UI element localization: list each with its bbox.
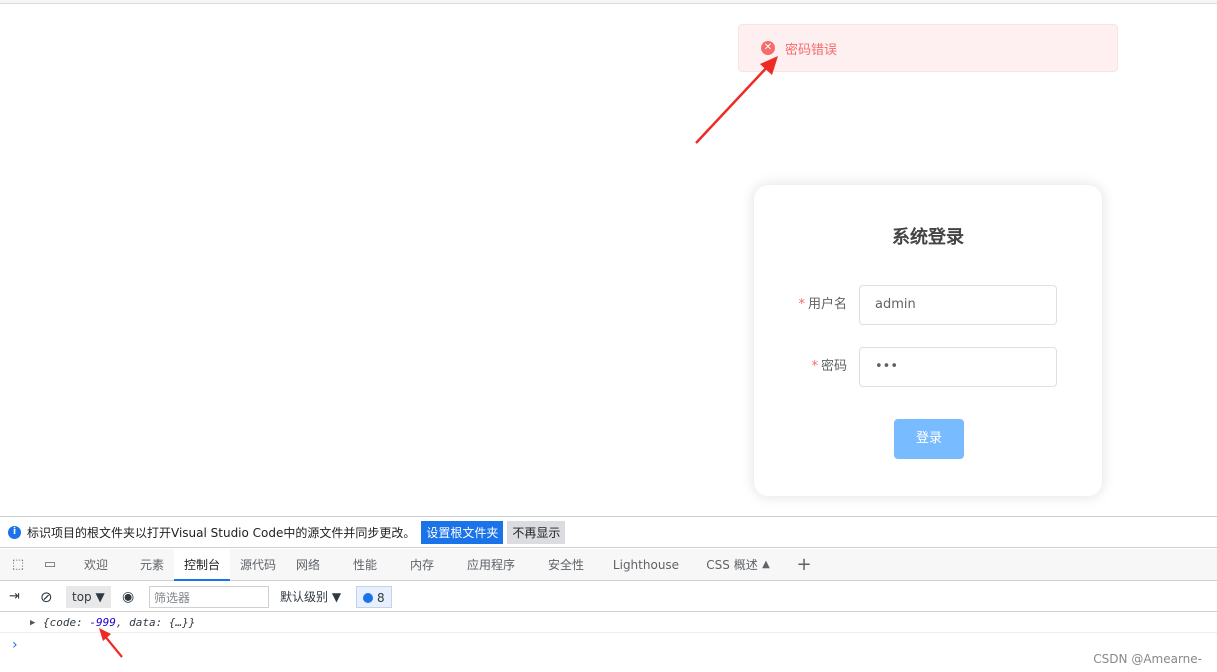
tab-elements[interactable]: 元素 bbox=[130, 549, 174, 581]
context-value: top bbox=[72, 590, 92, 604]
devtools-infobar: i 标识项目的根文件夹以打开Visual Studio Code中的源文件并同步… bbox=[0, 517, 1217, 548]
tab-console[interactable]: 控制台 bbox=[174, 549, 230, 581]
dropdown-arrow-icon: ▼ bbox=[95, 590, 105, 604]
console-prompt-icon[interactable]: › bbox=[12, 637, 18, 653]
password-row: * 密码 ••• bbox=[754, 347, 1102, 387]
filter-input[interactable]: 筛选器 bbox=[149, 586, 269, 608]
infobar-message: 标识项目的根文件夹以打开Visual Studio Code中的源文件并同步更改… bbox=[27, 525, 416, 540]
toast-message: 密码错误 bbox=[785, 42, 838, 58]
password-label: * 密码 bbox=[811, 347, 847, 387]
login-button[interactable]: 登录 bbox=[894, 419, 964, 459]
username-label: * 用户名 bbox=[798, 285, 847, 325]
password-input[interactable]: ••• bbox=[859, 347, 1057, 387]
tab-performance[interactable]: 性能 bbox=[343, 549, 387, 581]
message-count-badge[interactable]: 8 bbox=[356, 586, 392, 608]
username-label-text: 用户名 bbox=[807, 297, 847, 312]
required-mark: * bbox=[811, 359, 818, 374]
tab-security[interactable]: 安全性 bbox=[540, 549, 592, 581]
message-icon bbox=[363, 593, 373, 603]
username-input[interactable]: admin bbox=[859, 285, 1057, 325]
error-message-toast: ✕ 密码错误 bbox=[738, 24, 1118, 72]
sidebar-toggle-icon[interactable]: ⇥ bbox=[9, 586, 20, 608]
expand-triangle-icon[interactable]: ▶ bbox=[30, 613, 35, 633]
log-level-value: 默认级别 bbox=[280, 590, 329, 604]
password-label-text: 密码 bbox=[820, 359, 847, 374]
log-suffix: , data: {…}} bbox=[115, 616, 196, 629]
message-count: 8 bbox=[377, 591, 385, 605]
add-tab-icon[interactable]: + bbox=[794, 549, 814, 581]
watermark: CSDN @Amearne- bbox=[1093, 652, 1202, 666]
live-expression-eye-icon[interactable]: ◉ bbox=[122, 586, 134, 608]
tab-network[interactable]: 网络 bbox=[286, 549, 330, 581]
log-code-value: -999 bbox=[89, 616, 116, 629]
error-circle-icon: ✕ bbox=[761, 41, 775, 55]
username-row: * 用户名 admin bbox=[754, 285, 1102, 325]
dont-show-again-button[interactable]: 不再显示 bbox=[507, 520, 566, 544]
devtools-panel: i 标识项目的根文件夹以打开Visual Studio Code中的源文件并同步… bbox=[0, 516, 1217, 672]
dropdown-arrow-icon: ▼ bbox=[331, 590, 342, 604]
flask-icon: ▲ bbox=[762, 559, 770, 570]
log-level-select[interactable]: 默认级别 ▼ bbox=[280, 586, 341, 608]
console-log-entry[interactable]: ▶ {code: -999, data: {…}} bbox=[0, 613, 1217, 633]
info-icon: i bbox=[8, 525, 21, 539]
tab-sources[interactable]: 源代码 bbox=[232, 549, 284, 581]
device-toolbar-icon[interactable]: ▭ bbox=[41, 557, 59, 573]
browser-top-border bbox=[0, 0, 1217, 4]
devtools-tabbar: ⬚ ▭ 欢迎 元素 控制台 源代码 网络 性能 内存 应用程序 安全性 Ligh… bbox=[0, 549, 1217, 581]
set-root-folder-button[interactable]: 设置根文件夹 bbox=[421, 520, 504, 544]
login-title: 系统登录 bbox=[892, 227, 964, 248]
required-mark: * bbox=[798, 297, 805, 312]
log-prefix: {code: bbox=[43, 616, 90, 629]
tab-css-overview[interactable]: CSS 概述 bbox=[700, 549, 764, 581]
inspect-element-icon[interactable]: ⬚ bbox=[9, 557, 27, 573]
tab-lighthouse[interactable]: Lighthouse bbox=[610, 549, 682, 581]
console-toolbar: ⇥ ⊘ top ▼ ◉ 筛选器 默认级别 ▼ 8 bbox=[0, 582, 1217, 612]
context-select[interactable]: top ▼ bbox=[66, 586, 111, 608]
login-card: 系统登录 * 用户名 admin * 密码 ••• 登录 bbox=[754, 185, 1102, 496]
tab-application[interactable]: 应用程序 bbox=[460, 549, 522, 581]
tab-welcome[interactable]: 欢迎 bbox=[74, 549, 118, 581]
tab-memory[interactable]: 内存 bbox=[400, 549, 444, 581]
console-object: {code: -999, data: {…}} bbox=[43, 613, 195, 633]
clear-console-icon[interactable]: ⊘ bbox=[40, 586, 53, 608]
